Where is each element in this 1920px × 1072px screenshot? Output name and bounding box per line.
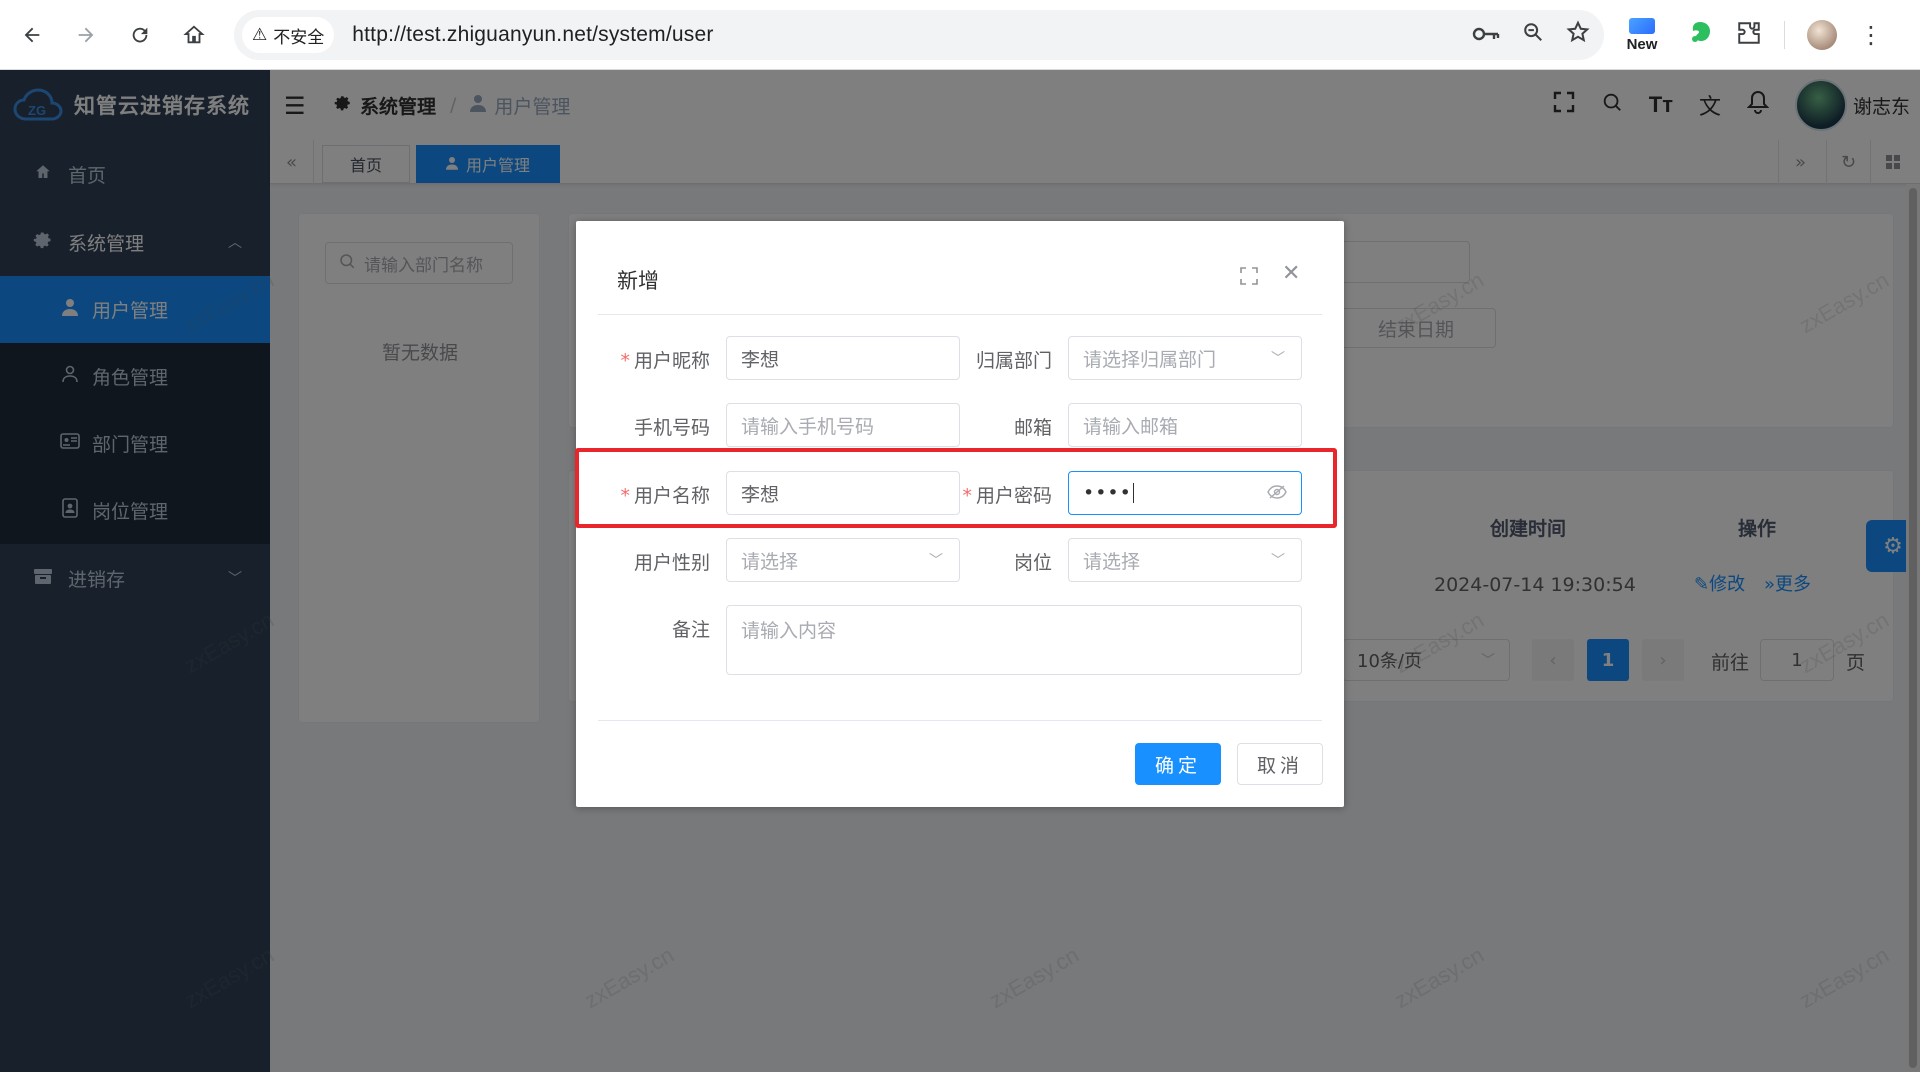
- warning-icon: ⚠: [252, 25, 268, 45]
- back-button[interactable]: [14, 17, 50, 53]
- url-text[interactable]: http://test.zhiguanyun.net/system/user: [352, 23, 713, 47]
- post-select[interactable]: 请选择 ﹀: [1068, 538, 1302, 582]
- confirm-button[interactable]: 确定: [1135, 743, 1221, 785]
- chevron-down-icon: ﹀: [1271, 553, 1285, 569]
- star-icon[interactable]: [1566, 20, 1590, 50]
- nickname-input[interactable]: 李想: [726, 336, 960, 380]
- dept-label-text: 归属部门: [975, 350, 1052, 372]
- email-input[interactable]: 请输入邮箱: [1068, 403, 1302, 447]
- reload-button[interactable]: [122, 17, 158, 53]
- email-placeholder: 请输入邮箱: [1083, 415, 1179, 438]
- profile-avatar[interactable]: [1807, 20, 1837, 50]
- phone-placeholder: 请输入手机号码: [741, 415, 875, 438]
- extensions-area: New ⋮: [1620, 14, 1883, 56]
- key-icon[interactable]: [1472, 21, 1500, 49]
- security-chip[interactable]: ⚠ 不安全: [242, 17, 335, 53]
- address-bar[interactable]: ⚠ 不安全 http://test.zhiguanyun.net/system/…: [234, 10, 1604, 60]
- reload-icon: [132, 27, 148, 43]
- remark-textarea[interactable]: 请输入内容: [726, 605, 1302, 675]
- browser-toolbar: ⚠ 不安全 http://test.zhiguanyun.net/system/…: [0, 0, 1920, 70]
- remark-label: 备注: [671, 619, 710, 641]
- dialog-title: 新增: [617, 269, 659, 293]
- nickname-label: * 用户昵称: [620, 350, 710, 372]
- ext-new-label: New: [1626, 35, 1658, 53]
- address-bar-actions: [1472, 10, 1590, 60]
- phone-label: 手机号码: [633, 417, 710, 439]
- eye-slash-icon[interactable]: [1267, 484, 1287, 503]
- username-value: 李想: [741, 483, 780, 506]
- home-button[interactable]: [176, 17, 212, 53]
- dialog-divider: [598, 720, 1322, 721]
- gender-placeholder: 请选择: [741, 550, 799, 573]
- chevron-down-icon: ﹀: [1271, 351, 1285, 367]
- nickname-value: 李想: [741, 348, 780, 371]
- zoom-icon[interactable]: [1522, 21, 1544, 49]
- cancel-button[interactable]: 取消: [1237, 743, 1323, 785]
- post-label: 岗位: [1013, 552, 1052, 574]
- arrow-left-icon: [24, 27, 40, 43]
- password-value: ••••: [1083, 482, 1132, 504]
- fullscreen-icon[interactable]: [1240, 267, 1258, 290]
- security-label: 不安全: [273, 27, 325, 48]
- dept-placeholder: 请选择归属部门: [1083, 348, 1217, 371]
- gender-label: 用户性别: [633, 552, 710, 574]
- arrow-right-icon: [78, 27, 94, 43]
- email-label: 邮箱: [1013, 417, 1052, 439]
- password-label: * 用户密码: [962, 485, 1052, 507]
- post-placeholder: 请选择: [1083, 550, 1141, 573]
- add-user-dialog: 新增 ✕ * 用户昵称 李想 归属部门 请选择归属部门 ﹀ 手机号码 请输入手机号…: [576, 221, 1344, 807]
- remark-placeholder: 请输入内容: [741, 620, 837, 642]
- password-input[interactable]: ••••: [1068, 471, 1302, 515]
- close-icon[interactable]: ✕: [1282, 261, 1300, 286]
- home-icon: [183, 25, 205, 44]
- extension-icon: [1629, 17, 1655, 34]
- confirm-label: 确定: [1154, 754, 1201, 777]
- forward-button[interactable]: [68, 17, 104, 53]
- puzzle-icon[interactable]: [1736, 20, 1762, 50]
- dialog-divider: [598, 314, 1322, 315]
- username-label: * 用户名称: [620, 485, 710, 507]
- gender-select[interactable]: 请选择 ﹀: [726, 538, 960, 582]
- dept-select[interactable]: 请选择归属部门 ﹀: [1068, 336, 1302, 380]
- cancel-label: 取消: [1256, 754, 1303, 777]
- phone-input[interactable]: 请输入手机号码: [726, 403, 960, 447]
- evernote-extension-icon[interactable]: [1686, 19, 1714, 51]
- toolbar-divider: [1784, 21, 1785, 49]
- kebab-menu-icon[interactable]: ⋮: [1859, 21, 1883, 49]
- text-cursor: [1132, 483, 1134, 503]
- ext-new-button[interactable]: New: [1620, 14, 1664, 56]
